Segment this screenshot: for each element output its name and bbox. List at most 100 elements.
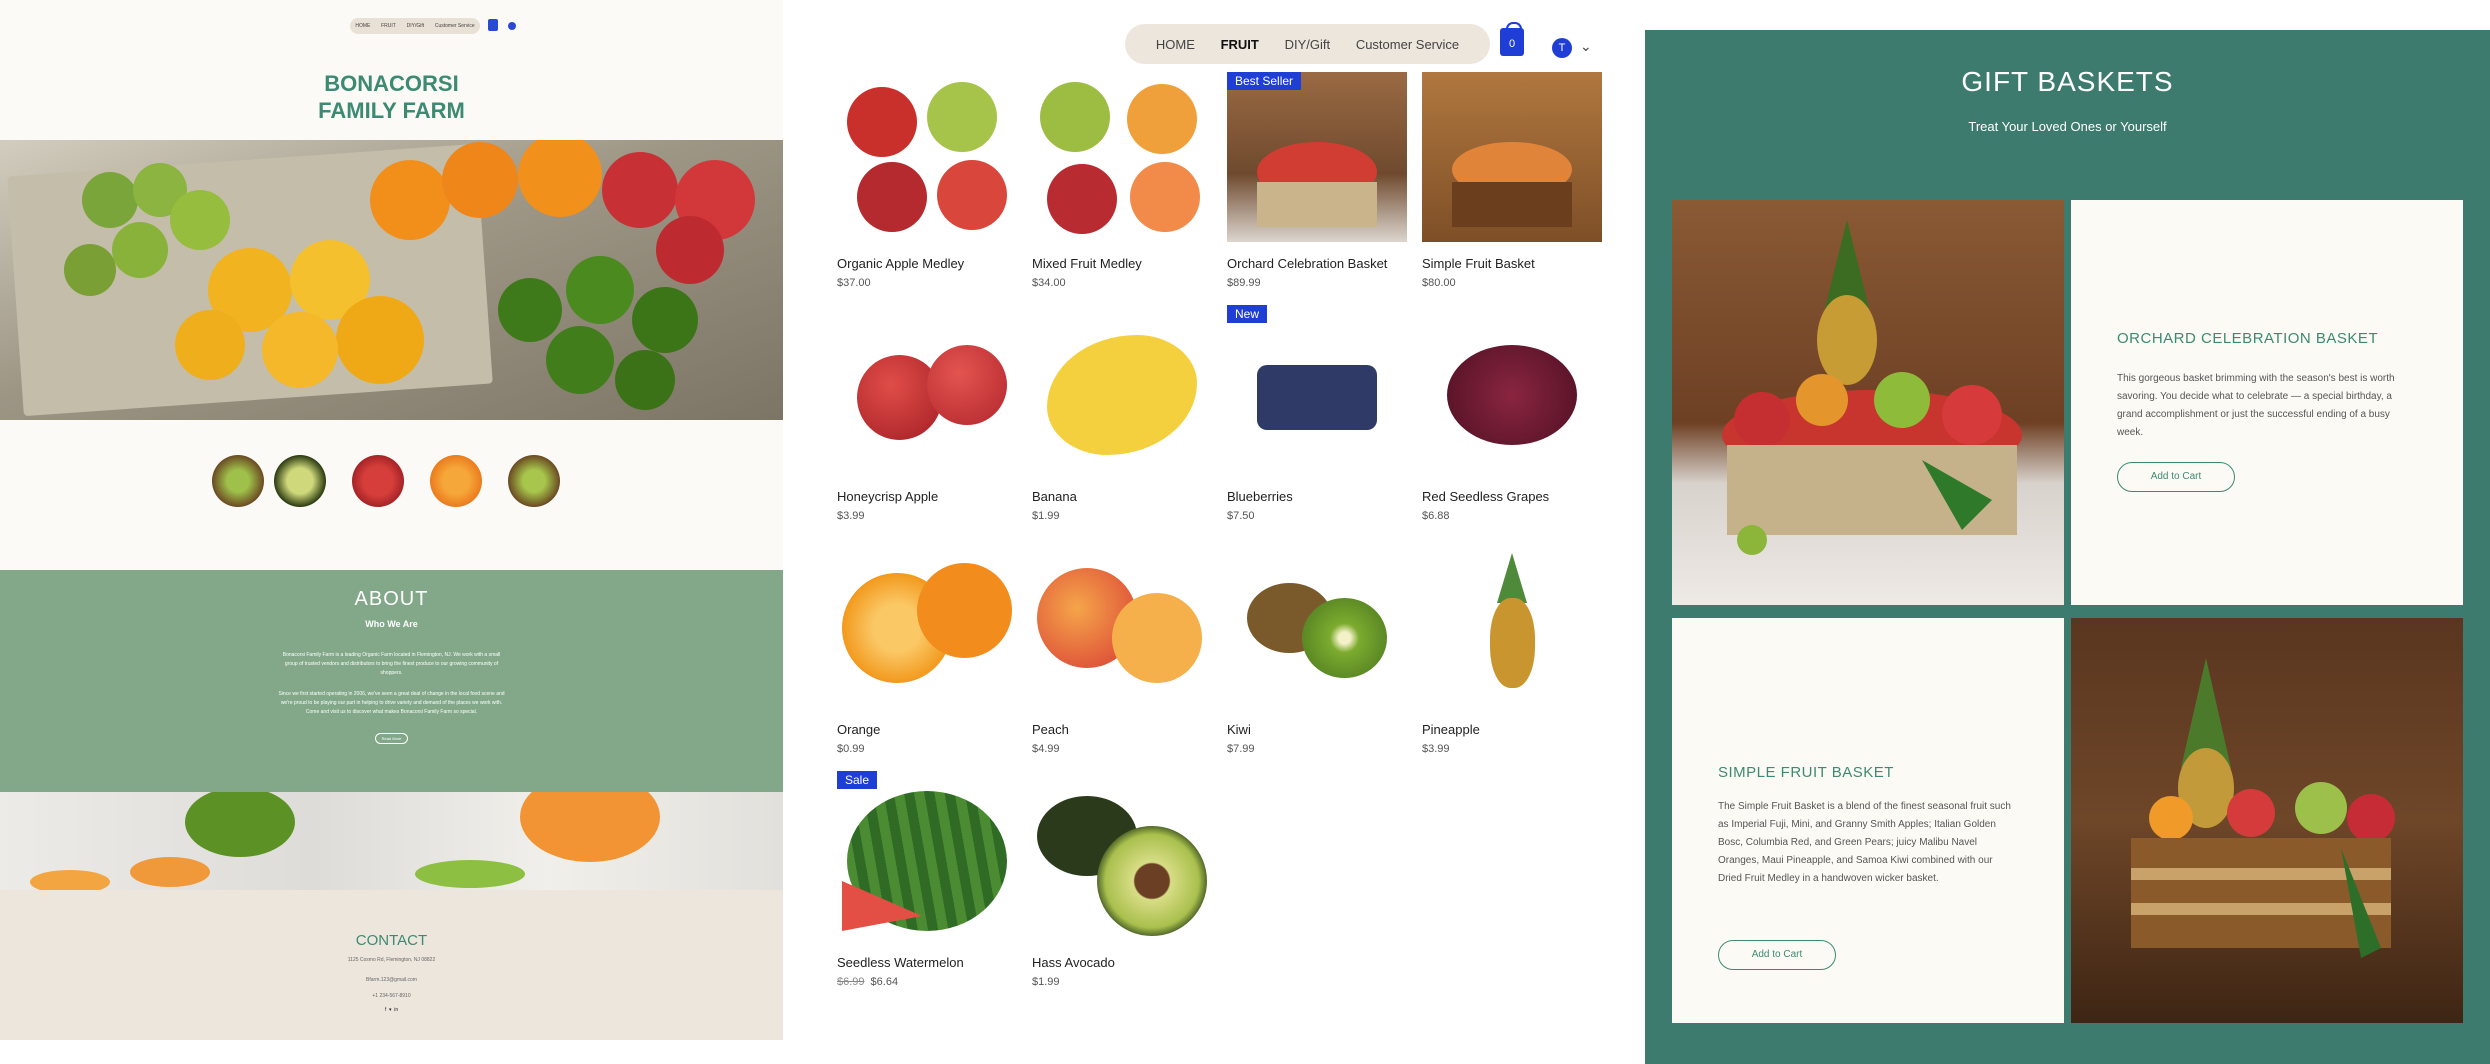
chevron-down-icon[interactable]: ⌄ [1580, 38, 1592, 55]
mini-nav: HOME FRUIT DIY/Gift Customer Service [350, 18, 480, 34]
linkedin-icon[interactable]: in [394, 1007, 398, 1013]
fruit-thumbnail-strip[interactable] [212, 455, 560, 525]
product-image[interactable] [837, 771, 1017, 941]
product-card[interactable]: Honeycrisp Apple $3.99 [837, 305, 1017, 535]
product-card[interactable]: Organic Apple Medley $37.00 [837, 72, 1017, 302]
product-ribbon: New [1227, 305, 1268, 323]
product-image[interactable] [1422, 72, 1602, 242]
cart-count: 0 [1508, 38, 1516, 50]
product-name[interactable]: Seedless Watermelon [837, 955, 964, 970]
product-name[interactable]: Honeycrisp Apple [837, 489, 938, 504]
product-image[interactable] [1422, 305, 1602, 475]
product-card[interactable]: Hass Avocado $1.99 [1032, 771, 1212, 1001]
about-section: ABOUT Who We Are Bonacorsi Family Farm i… [0, 570, 783, 792]
cart-icon[interactable]: 0 [1500, 22, 1524, 56]
product-name[interactable]: Simple Fruit Basket [1422, 256, 1535, 271]
add-to-cart-button[interactable]: Add to Cart [1718, 940, 1836, 970]
product-current-price: $4.99 [1032, 743, 1060, 755]
product-name[interactable]: Hass Avocado [1032, 955, 1115, 970]
product-name[interactable]: Red Seedless Grapes [1422, 489, 1549, 504]
product-image[interactable] [1032, 538, 1212, 708]
nav-home[interactable]: HOME [1156, 37, 1195, 52]
product-title[interactable]: SIMPLE FRUIT BASKET [1718, 764, 1894, 781]
product-card[interactable]: Red Seedless Grapes $6.88 [1422, 305, 1602, 535]
citrus-fruits [64, 140, 755, 410]
product-current-price: $80.00 [1422, 277, 1456, 289]
page: HOME FRUIT DIY/Gift Customer Service BON… [0, 0, 2490, 1064]
twitter-icon[interactable]: ▾ [389, 1007, 392, 1013]
product-name[interactable]: Banana [1032, 489, 1077, 504]
contact-email[interactable]: Bfarm.123@gmail.com [0, 977, 783, 983]
product-name[interactable]: Pineapple [1422, 722, 1480, 737]
apple-thumbnail[interactable] [352, 455, 404, 507]
product-card[interactable]: Best Seller Orchard Celebration Basket $89… [1227, 72, 1407, 302]
product-price: $34.00 [1032, 277, 1066, 289]
avocado-thumbnail[interactable] [274, 455, 326, 507]
product-card[interactable]: New Blueberries $7.50 [1227, 305, 1407, 535]
lemons [175, 240, 424, 388]
product-card[interactable]: Mixed Fruit Medley $34.00 [1032, 72, 1212, 302]
product-name[interactable]: Blueberries [1227, 489, 1293, 504]
facebook-icon[interactable]: f [385, 1007, 386, 1013]
product-name[interactable]: Orange [837, 722, 880, 737]
product-image[interactable] [837, 538, 1017, 708]
kiwi-thumbnail[interactable] [212, 455, 264, 507]
product-image[interactable] [837, 305, 1017, 475]
product-current-price: $3.99 [1422, 743, 1450, 755]
nav-customer-service[interactable]: Customer Service [1356, 37, 1459, 52]
product-name[interactable]: Mixed Fruit Medley [1032, 256, 1142, 271]
product-current-price: $6.88 [1422, 510, 1450, 522]
hero-image [0, 140, 783, 420]
product-image[interactable] [1227, 72, 1407, 242]
avatar[interactable]: T [1552, 38, 1572, 58]
product-price: $6.88 [1422, 510, 1450, 522]
product-current-price: $7.99 [1227, 743, 1255, 755]
contact-section: CONTACT 1125 Cosmo Rd, Flemington, NJ 08… [0, 890, 783, 1040]
add-to-cart-button[interactable]: Add to Cart [2117, 462, 2235, 492]
product-name[interactable]: Orchard Celebration Basket [1227, 256, 1387, 271]
product-name[interactable]: Kiwi [1227, 722, 1251, 737]
product-card[interactable]: Pineapple $3.99 [1422, 538, 1602, 768]
decor-image [0, 772, 783, 894]
product-card[interactable]: Orange $0.99 [837, 538, 1017, 768]
product-image[interactable] [1227, 538, 1407, 708]
nav-diy-gift[interactable]: DIY/Gift [1285, 37, 1331, 52]
nav-fruit[interactable]: FRUIT [381, 23, 396, 29]
product-image[interactable] [1032, 771, 1212, 941]
simple-basket-card: SIMPLE FRUIT BASKET The Simple Fruit Bas… [1672, 618, 2064, 1023]
product-name[interactable]: Organic Apple Medley [837, 256, 964, 271]
product-current-price: $3.99 [837, 510, 865, 522]
product-name[interactable]: Peach [1032, 722, 1069, 737]
product-image[interactable] [1227, 305, 1407, 475]
product-image[interactable] [837, 72, 1017, 242]
product-card[interactable]: Sale Seedless Watermelon $6.99 $6.64 [837, 771, 1017, 1001]
product-title[interactable]: ORCHARD CELEBRATION BASKET [2117, 330, 2378, 347]
orange-thumbnail[interactable] [430, 455, 482, 507]
product-image[interactable] [1032, 305, 1212, 475]
product-card[interactable]: Simple Fruit Basket $80.00 [1422, 72, 1602, 302]
product-card[interactable]: Kiwi $7.99 [1227, 538, 1407, 768]
avatar[interactable] [508, 22, 516, 30]
brand-line-1: BONACORSI [324, 71, 459, 96]
simple-basket-photo[interactable] [2071, 618, 2463, 1023]
product-image[interactable] [1422, 538, 1602, 708]
nav-customer-service[interactable]: Customer Service [435, 23, 475, 29]
nav-fruit[interactable]: FRUIT [1221, 37, 1259, 52]
cart-icon[interactable] [488, 19, 498, 31]
product-price: $0.99 [837, 743, 865, 755]
product-current-price: $1.99 [1032, 976, 1060, 988]
brand-line-2: FAMILY FARM [318, 98, 465, 123]
nav-diy-gift[interactable]: DIY/Gift [407, 23, 425, 29]
product-card[interactable]: Banana $1.99 [1032, 305, 1212, 535]
orchard-basket-photo[interactable] [1672, 200, 2064, 605]
product-current-price: $6.64 [870, 976, 899, 988]
product-current-price: $0.99 [837, 743, 865, 755]
orchard-basket-card: ORCHARD CELEBRATION BASKET This gorgeous… [2071, 200, 2463, 605]
product-card[interactable]: Peach $4.99 [1032, 538, 1212, 768]
about-title: ABOUT [354, 588, 429, 610]
kiwi-thumbnail[interactable] [508, 455, 560, 507]
product-image[interactable] [1032, 72, 1212, 242]
read-more-button[interactable]: Read More [374, 733, 409, 744]
nav-home[interactable]: HOME [355, 23, 370, 29]
site-logo[interactable]: BONACORSI FAMILY FARM [0, 70, 783, 124]
